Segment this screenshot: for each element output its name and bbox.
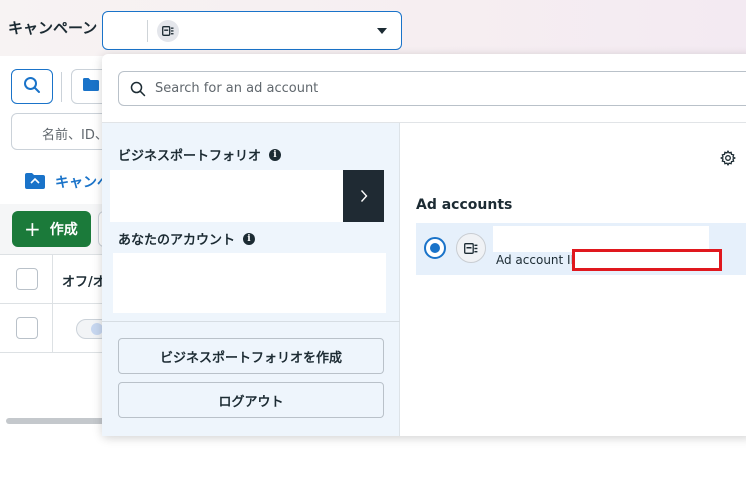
- create-portfolio-button[interactable]: ビジネスポートフォリオを作成: [118, 338, 384, 374]
- your-accounts-label: あなたのアカウント i: [118, 229, 256, 248]
- create-button-label: 作成: [49, 222, 78, 238]
- chevron-down-icon[interactable]: [377, 28, 387, 34]
- table-header-row: オフ/オ: [0, 255, 110, 304]
- ad-account-id-label: Ad account ID:: [496, 253, 584, 267]
- selector-divider: [147, 20, 148, 42]
- redaction-box: [572, 249, 722, 271]
- plus-icon: +: [24, 217, 41, 241]
- chevron-right-icon[interactable]: [343, 170, 384, 222]
- ad-account-selector[interactable]: [102, 11, 402, 50]
- pane-divider: [102, 321, 400, 322]
- info-icon[interactable]: i: [243, 232, 256, 245]
- column-divider: [52, 255, 53, 353]
- search-button[interactable]: [11, 69, 53, 104]
- radio-dot: [430, 243, 440, 253]
- portfolio-pane: ビジネスポートフォリオ i あなたのアカウント i ビジネスポートフォリオを作成…: [102, 123, 400, 436]
- business-portfolio-text: ビジネスポートフォリオ: [118, 149, 262, 164]
- campaign-table: オフ/オ: [0, 254, 110, 414]
- select-all-checkbox[interactable]: [16, 268, 38, 290]
- ad-account-dropdown: ビジネスポートフォリオ i あなたのアカウント i ビジネスポートフォリオを作成…: [102, 54, 746, 436]
- your-account-card[interactable]: [113, 253, 386, 313]
- page-title: キャンペーン: [8, 19, 98, 37]
- table-row: [0, 304, 110, 353]
- info-icon[interactable]: i: [269, 148, 282, 161]
- ad-account-icon: [456, 233, 486, 263]
- gear-icon[interactable]: [719, 150, 737, 170]
- search-icon: [130, 81, 146, 101]
- search-icon: [23, 76, 41, 98]
- ad-account-row[interactable]: Ad account ID:: [416, 223, 746, 275]
- ad-accounts-pane: Ad accounts Ad account ID:: [400, 123, 746, 436]
- business-portfolio-label: ビジネスポートフォリオ i: [118, 145, 282, 164]
- ad-account-radio[interactable]: [424, 237, 446, 259]
- horizontal-scrollbar[interactable]: [6, 418, 106, 424]
- ad-accounts-title: Ad accounts: [416, 197, 513, 213]
- column-header-toggle: オフ/オ: [62, 275, 106, 290]
- account-search-input[interactable]: [153, 73, 743, 103]
- row-checkbox[interactable]: [16, 317, 38, 339]
- toolbar-divider: [61, 72, 62, 102]
- account-search-box[interactable]: [118, 71, 746, 106]
- ad-account-icon: [157, 20, 179, 42]
- your-accounts-text: あなたのアカウント: [118, 233, 236, 248]
- campaign-folder-icon: [24, 172, 46, 194]
- create-button[interactable]: + 作成: [12, 211, 91, 247]
- folder-icon: [82, 77, 100, 96]
- logout-button[interactable]: ログアウト: [118, 382, 384, 418]
